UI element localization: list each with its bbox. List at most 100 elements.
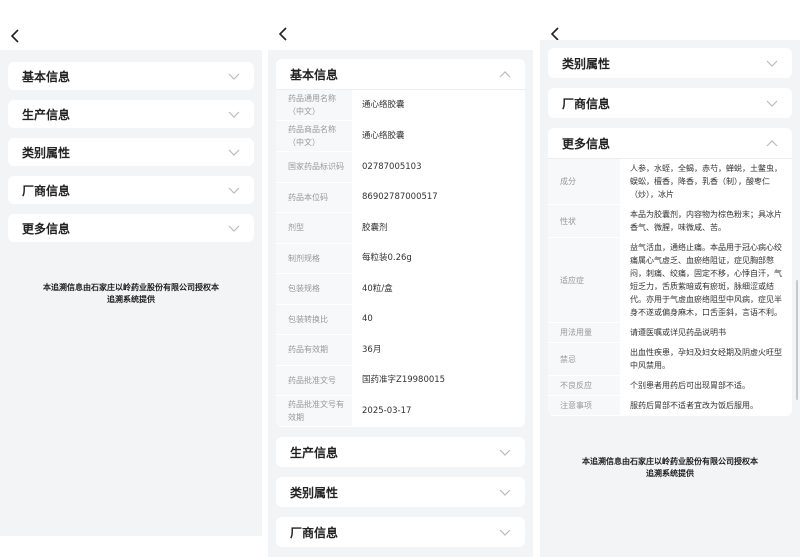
table-row: 药品批准文号有效期 2025-03-17 bbox=[276, 396, 525, 427]
row-label: 适应症 bbox=[548, 238, 620, 322]
table-row: 性状 本品为胶囊剂，内容物为棕色粉末；具冰片香气、微腥，味微咸、苦。 bbox=[548, 205, 792, 238]
trace-notice-line: 本追溯信息由石家庄以岭药业股份有限公司授权本 bbox=[43, 283, 219, 292]
section-manufacturer[interactable]: 厂商信息 bbox=[8, 176, 254, 204]
row-value: 40粒/盒 bbox=[362, 283, 393, 294]
row-value: 40 bbox=[362, 314, 373, 325]
section-header[interactable]: 基本信息 bbox=[276, 59, 525, 89]
row-label: 禁忌 bbox=[548, 343, 620, 375]
row-label: 药品批准文号 bbox=[276, 365, 352, 395]
table-row: 药品本位码 86902787000517 bbox=[276, 182, 525, 213]
chevron-down-icon bbox=[228, 149, 240, 156]
row-value: 胶囊剂 bbox=[362, 222, 388, 233]
nav-bar bbox=[540, 0, 800, 41]
row-label: 包装规格 bbox=[276, 274, 352, 304]
row-label: 药品本位码 bbox=[276, 182, 352, 212]
row-label: 注意事项 bbox=[548, 396, 620, 415]
row-label: 剂型 bbox=[276, 213, 352, 243]
trace-notice-line: 追溯系统提供 bbox=[646, 469, 694, 478]
row-label: 制剂规格 bbox=[276, 243, 352, 273]
section-title: 类别属性 bbox=[290, 485, 339, 500]
section-more-info[interactable]: 更多信息 bbox=[8, 214, 254, 242]
section-title: 生产信息 bbox=[22, 107, 71, 122]
chevron-down-icon bbox=[766, 100, 778, 107]
row-label: 用法用量 bbox=[548, 323, 620, 342]
trace-notice-line: 追溯系统提供 bbox=[107, 295, 155, 304]
section-category[interactable]: 类别属性 bbox=[8, 138, 254, 166]
row-label: 成分 bbox=[548, 159, 620, 204]
chevron-down-icon bbox=[499, 529, 511, 536]
info-table: 药品通用名称（中文） 通心络胶囊 药品商品名称（中文） 通心络胶囊 国家药品标识码 0… bbox=[276, 89, 525, 427]
row-value: 益气活血，通络止痛。本品用于冠心病心绞痛属心气虚乏、血瘀络阻证，症见胸部憋闷，刺… bbox=[630, 243, 782, 317]
section-basic-info-expanded: 基本信息 药品通用名称（中文） 通心络胶囊 药品商品名称（中文） 通心络胶囊 国家药… bbox=[276, 59, 525, 427]
row-value: 86902787000517 bbox=[362, 192, 438, 203]
chevron-down-icon bbox=[228, 73, 240, 80]
section-basic-info[interactable]: 基本信息 bbox=[8, 62, 254, 90]
chevron-down-icon bbox=[499, 449, 511, 456]
section-title: 类别属性 bbox=[562, 56, 611, 71]
section-production-info[interactable]: 生产信息 bbox=[276, 437, 525, 467]
table-row: 包装规格 40粒/盒 bbox=[276, 274, 525, 305]
screen-more-info: 类别属性 厂商信息 更多信息 成分 人参，水蛭，全蝎，赤芍，蝉蜕，土鳖虫，蜈蚣，檀… bbox=[540, 0, 800, 557]
section-manufacturer[interactable]: 厂商信息 bbox=[276, 517, 525, 547]
row-label: 国家药品标识码 bbox=[276, 152, 352, 182]
table-row: 禁忌 出血性疾患，孕妇及妇女经期及阴虚火旺型中风禁用。 bbox=[548, 343, 792, 376]
row-value: 通心络胶囊 bbox=[362, 131, 405, 141]
row-value: 本品为胶囊剂，内容物为棕色粉末；具冰片香气、微腥，味微咸、苦。 bbox=[630, 210, 782, 232]
table-row: 用法用量 请遵医嘱或详见药品说明书 bbox=[548, 323, 792, 343]
row-label: 药品批准文号有效期 bbox=[276, 396, 352, 426]
table-row: 包装转换比 40 bbox=[276, 304, 525, 335]
table-row: 注意事项 服药后胃部不适者宜改为饭后服用。 bbox=[548, 396, 792, 416]
row-label: 药品通用名称（中文） bbox=[276, 90, 352, 120]
table-row: 药品商品名称（中文） 通心络胶囊 bbox=[276, 121, 525, 152]
row-label: 包装转换比 bbox=[276, 304, 352, 334]
trace-notice: 本追溯信息由石家庄以岭药业股份有限公司授权本 追溯系统提供 bbox=[0, 282, 262, 306]
row-value: 每粒装0.26g bbox=[362, 253, 412, 264]
section-manufacturer[interactable]: 厂商信息 bbox=[548, 88, 792, 118]
section-title: 厂商信息 bbox=[290, 525, 339, 540]
table-row: 成分 人参，水蛭，全蝎，赤芍，蝉蜕，土鳖虫，蜈蚣，檀香，降香，乳香（制），酸枣仁（… bbox=[548, 159, 792, 205]
table-row: 国家药品标识码 02787005103 bbox=[276, 152, 525, 183]
nav-bar bbox=[0, 0, 262, 50]
row-label: 性状 bbox=[548, 205, 620, 237]
row-value: 个别患者用药后可出现胃部不适。 bbox=[630, 381, 750, 390]
section-title: 更多信息 bbox=[22, 221, 71, 236]
row-value: 请遵医嘱或详见药品说明书 bbox=[630, 328, 726, 337]
section-production-info[interactable]: 生产信息 bbox=[8, 100, 254, 128]
chevron-down-icon bbox=[766, 60, 778, 67]
row-value: 02787005103 bbox=[362, 161, 422, 172]
row-value: 2025-03-17 bbox=[362, 406, 412, 416]
table-row: 制剂规格 每粒装0.26g bbox=[276, 243, 525, 274]
table-row: 药品批准文号 国药准字Z19980015 bbox=[276, 365, 525, 396]
row-label: 药品商品名称（中文） bbox=[276, 121, 352, 151]
back-icon[interactable] bbox=[278, 26, 290, 42]
chevron-down-icon bbox=[228, 111, 240, 118]
row-value: 出血性疾患，孕妇及妇女经期及阴虚火旺型中风禁用。 bbox=[630, 348, 782, 370]
scrollbar[interactable] bbox=[796, 280, 798, 400]
table-row: 药品有效期 36月 bbox=[276, 335, 525, 366]
back-icon[interactable] bbox=[10, 28, 22, 44]
row-value: 国药准字Z19980015 bbox=[362, 375, 446, 386]
chevron-up-icon bbox=[766, 139, 778, 147]
section-title: 类别属性 bbox=[22, 145, 71, 160]
section-list: 基本信息 药品通用名称（中文） 通心络胶囊 药品商品名称（中文） 通心络胶囊 国家药… bbox=[268, 50, 533, 557]
section-category[interactable]: 类别属性 bbox=[548, 48, 792, 78]
section-title: 厂商信息 bbox=[22, 183, 71, 198]
table-row: 药品通用名称（中文） 通心络胶囊 bbox=[276, 90, 525, 121]
chevron-up-icon bbox=[499, 70, 511, 78]
section-more-info-expanded: 更多信息 成分 人参，水蛭，全蝎，赤芍，蝉蜕，土鳖虫，蜈蚣，檀香，降香，乳香（制）… bbox=[548, 128, 792, 416]
table-row: 不良反应 个别患者用药后可出现胃部不适。 bbox=[548, 376, 792, 396]
nav-bar bbox=[268, 0, 533, 50]
row-value: 通心络胶囊 bbox=[362, 100, 405, 110]
section-list: 基本信息 生产信息 类别属性 厂商信息 更多信息 本追溯信息由石家庄以岭药业股份… bbox=[0, 50, 262, 536]
section-header[interactable]: 更多信息 bbox=[548, 128, 792, 158]
row-value: 36月 bbox=[362, 344, 382, 355]
section-title: 厂商信息 bbox=[562, 96, 611, 111]
section-category[interactable]: 类别属性 bbox=[276, 477, 525, 507]
trace-notice: 本追溯信息由石家庄以岭药业股份有限公司授权本 追溯系统提供 bbox=[540, 456, 800, 480]
info-table: 成分 人参，水蛭，全蝎，赤芍，蝉蜕，土鳖虫，蜈蚣，檀香，降香，乳香（制），酸枣仁（… bbox=[548, 158, 792, 416]
section-title: 更多信息 bbox=[562, 136, 611, 151]
table-row: 适应症 益气活血，通络止痛。本品用于冠心病心绞痛属心气虚乏、血瘀络阻证，症见胸部憋… bbox=[548, 238, 792, 323]
row-label: 不良反应 bbox=[548, 376, 620, 395]
section-title: 基本信息 bbox=[22, 69, 71, 84]
row-label: 药品有效期 bbox=[276, 335, 352, 365]
